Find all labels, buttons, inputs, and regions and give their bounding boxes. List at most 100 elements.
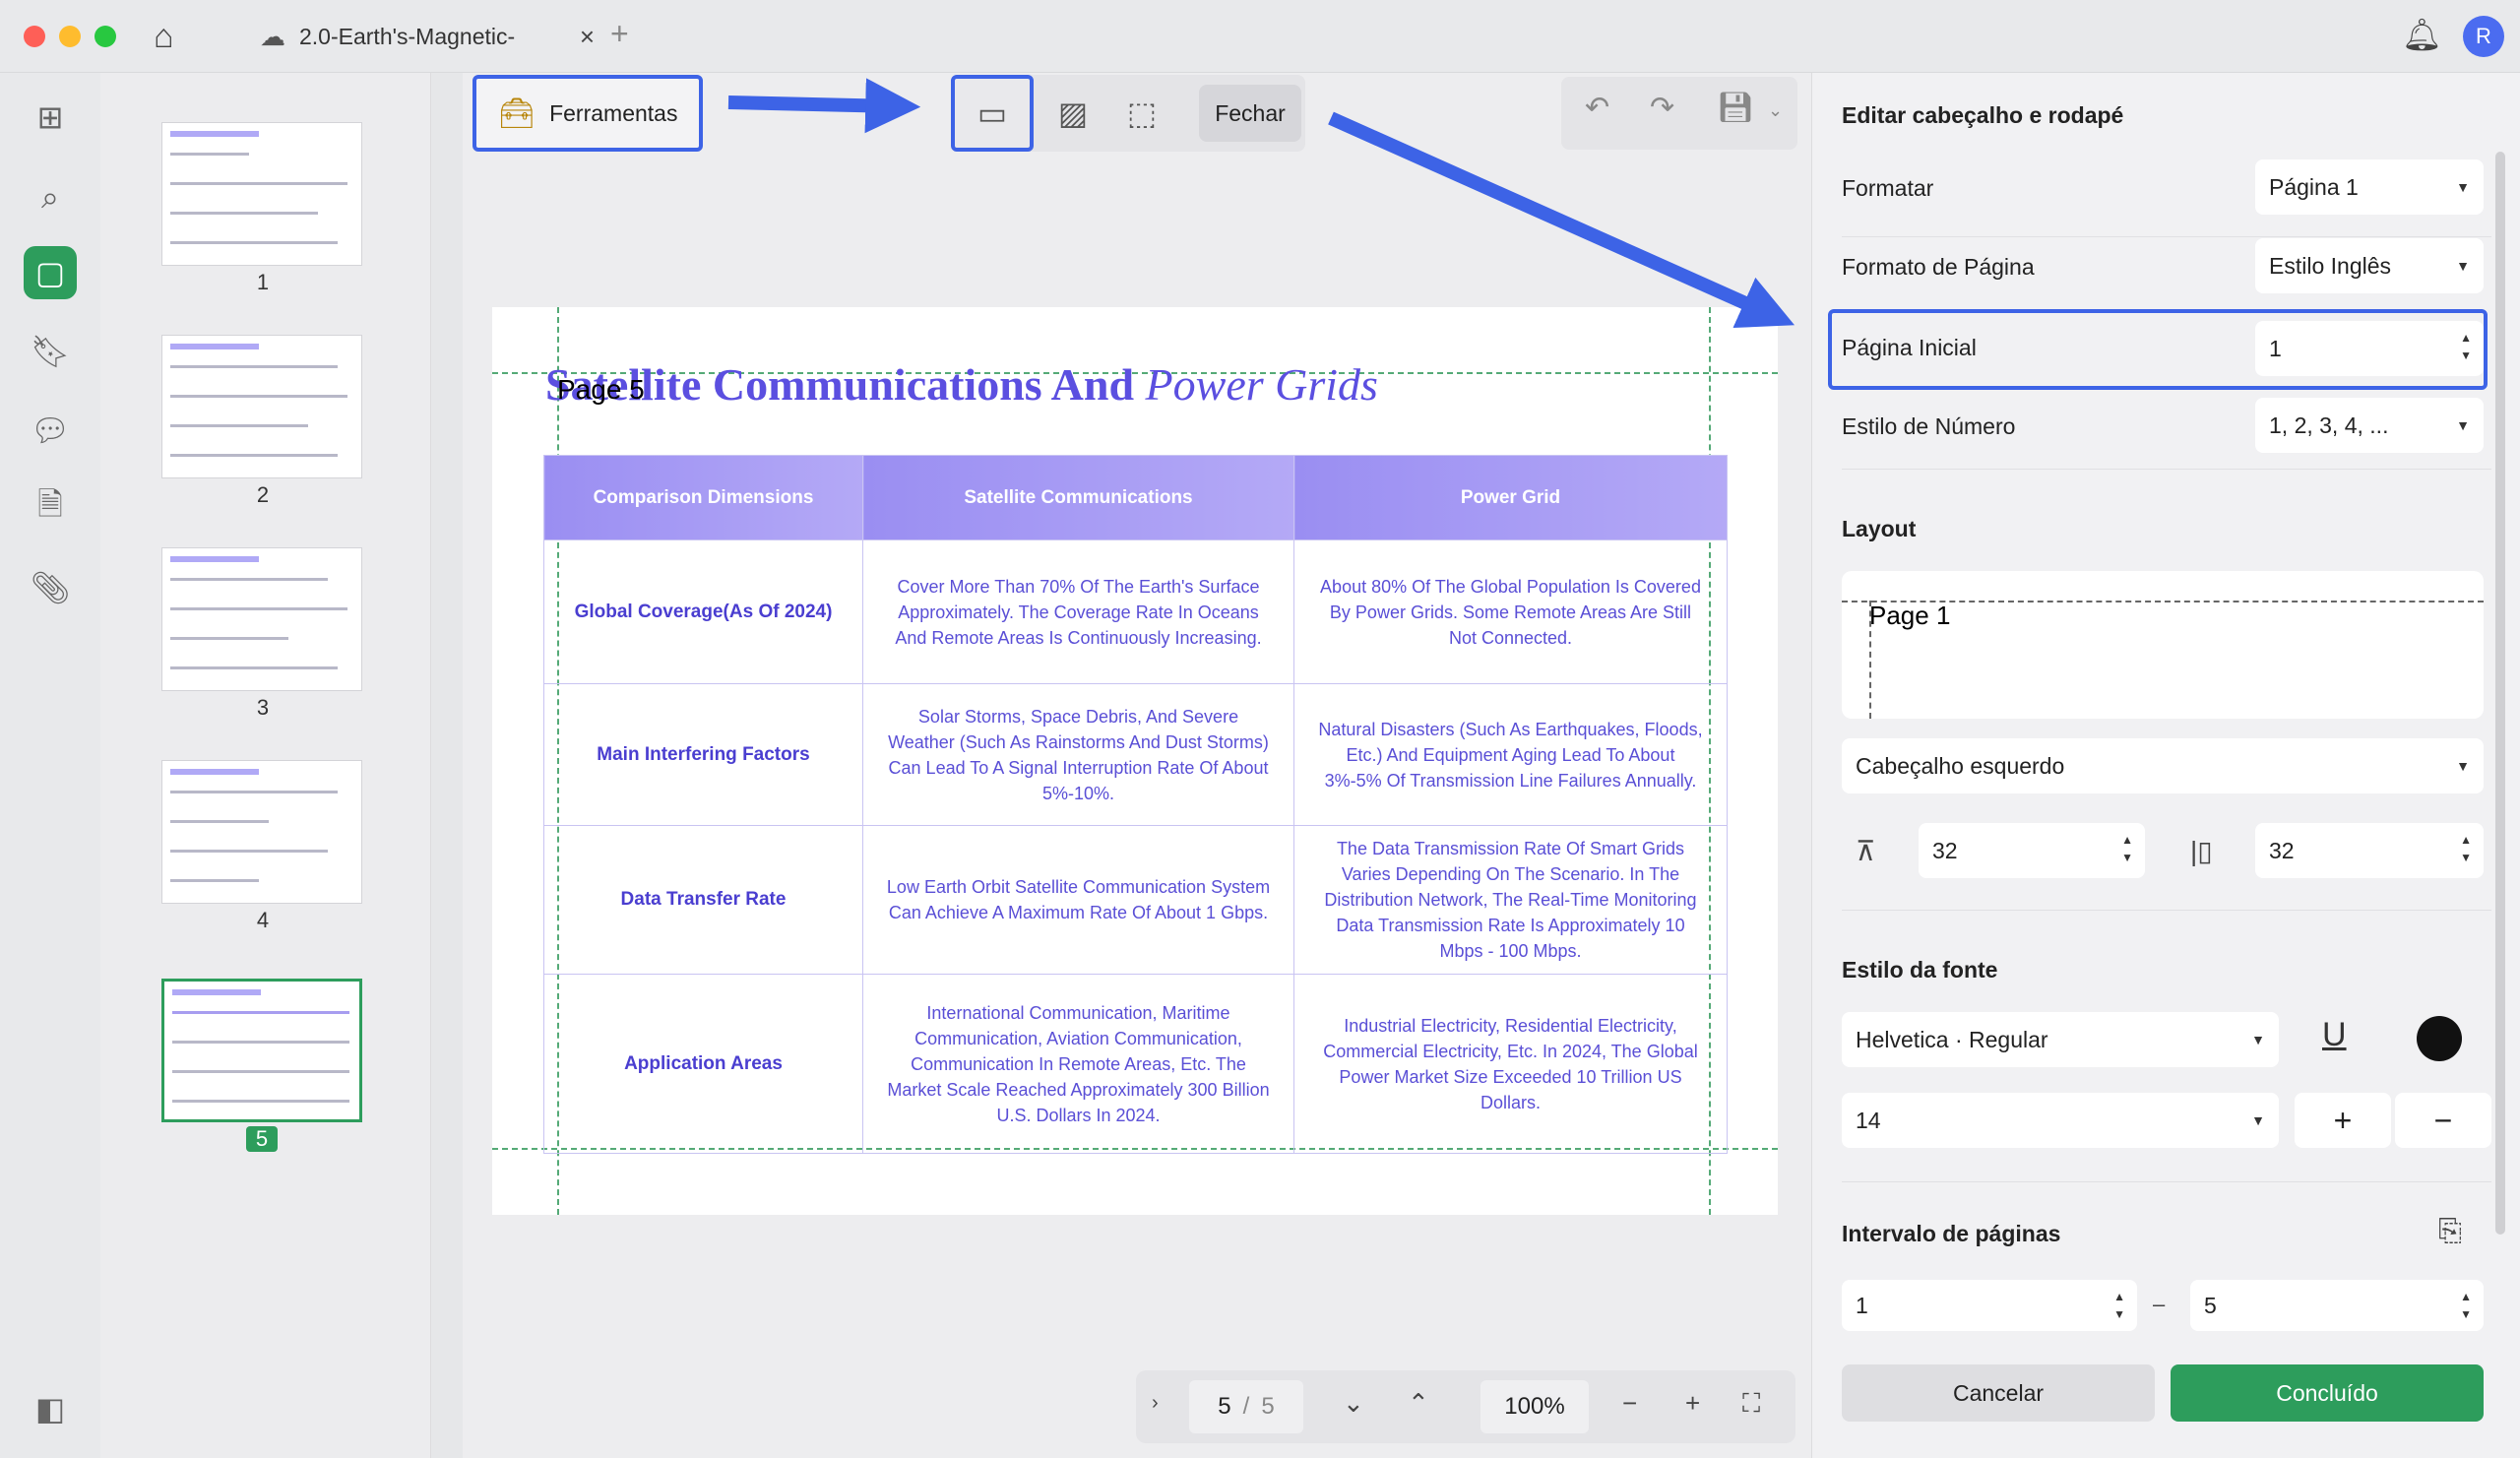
table-cell: Low Earth Orbit Satellite Communication … [862,825,1294,975]
thumbnail-page-5[interactable] [161,979,362,1122]
page-range-settings-icon[interactable]: ⎘ [2438,1215,2462,1248]
table-row: Data Transfer Rate Low Earth Orbit Satel… [543,825,1728,975]
underline-icon[interactable]: U [2322,1016,2347,1054]
range-from-stepper[interactable]: 1 ▲ ▼ [1842,1280,2137,1331]
tools-button[interactable]: 🧰︎ Ferramentas [472,75,703,152]
caret-down-icon: ▼ [2456,758,2470,774]
home-icon[interactable]: ⌂ [154,18,174,56]
save-icon[interactable]: 💾︎ [1717,91,1754,125]
stepper-arrows-icon[interactable]: ▲ ▼ [2460,1288,2472,1323]
comparison-table: Comparison Dimensions Satellite Communic… [543,455,1728,1154]
caret-down-icon: ▼ [2456,417,2470,433]
edit-history-toolbar: ↶ ↷ 💾︎ ⌄ [1561,77,1797,150]
top-margin-stepper[interactable]: 32 ▲ ▼ [1919,823,2145,878]
table-cell: Global Coverage(As Of 2024) [543,539,863,684]
caret-down-icon: ▼ [2251,1032,2265,1047]
comment-icon[interactable]: 💬︎ [24,404,77,457]
page-format-select[interactable]: Estilo Inglês ▼ [2255,238,2484,293]
position-select[interactable]: Cabeçalho esquerdo ▼ [1842,738,2484,793]
header-footer-toolbar: ▭ ▨ ⬚ Fechar [951,75,1305,152]
side-margin-stepper[interactable]: 32 ▲ ▼ [2255,823,2484,878]
page-range-title: Intervalo de páginas [1842,1221,2061,1246]
format-value: Página 1 [2269,173,2359,200]
total-pages: 5 [1261,1393,1275,1420]
zoom-out-icon[interactable]: − [1622,1388,1637,1419]
thumbnail-page-3[interactable] [161,547,362,691]
bell-icon[interactable]: 🔔︎ [2402,16,2442,53]
table-cell: The Data Transmission Rate Of Smart Grid… [1293,825,1728,975]
format-label: Formatar [1842,175,1934,201]
redo-icon[interactable]: ↷ [1650,91,1674,125]
zoom-level[interactable]: 100% [1480,1380,1589,1433]
document-title: Satellite Communications And Power Grids [545,358,1378,411]
thumbnail-panel: 1 2 3 4 5 [100,73,431,1458]
close-tab-icon[interactable]: × [580,22,595,52]
document-icon[interactable]: 🗎 [24,482,77,536]
table-row: Application Areas International Communic… [543,974,1728,1154]
decrease-font-button[interactable]: − [2395,1093,2491,1148]
maximize-window-button[interactable] [94,26,116,47]
close-button[interactable]: Fechar [1199,85,1301,142]
title-bar: ⌂ ☁ 2.0-Earth's-Magnetic- × + 🔔︎ R [0,0,2520,73]
current-page: 5 [1218,1393,1231,1420]
thumbnail-label: 1 [256,270,270,294]
font-color-swatch[interactable] [2417,1016,2462,1061]
range-to-stepper[interactable]: 5 ▲ ▼ [2190,1280,2484,1331]
document-tab[interactable]: ☁ 2.0-Earth's-Magnetic- × [260,12,595,61]
font-size-select[interactable]: 14 ▼ [1842,1093,2279,1148]
layout-preview[interactable]: Page 1 [1842,571,2484,719]
page-input[interactable]: 5 / 5 [1189,1380,1303,1433]
stepper-arrows-icon[interactable]: ▲ ▼ [2460,831,2472,866]
header-footer-icon[interactable]: ▭ [951,75,1034,152]
close-window-button[interactable] [24,26,45,47]
stepper-arrows-icon[interactable]: ▲ ▼ [2113,1288,2125,1323]
bookmark-icon[interactable]: 🔖︎ [24,325,77,378]
table-row: Main Interfering Factors Solar Storms, S… [543,683,1728,826]
watermark-icon[interactable]: ▨ [1043,85,1102,142]
layout-preview-text: Page 1 [1869,601,1951,630]
table-cell: Data Transfer Rate [543,825,863,975]
font-style-title: Estilo da fonte [1842,957,1998,983]
pages-icon[interactable]: ▢ [24,246,77,299]
title-italic-part: Power Grids [1145,359,1378,410]
thumbnail-label: 3 [256,695,270,720]
thumbnail-page-4[interactable] [161,760,362,904]
font-select[interactable]: Helvetica · Regular ▼ [1842,1012,2279,1067]
table-cell: Solar Storms, Space Debris, And Severe W… [862,683,1294,826]
grid-icon[interactable]: ⊞ [24,91,77,144]
search-icon[interactable]: ⌕ [24,171,77,224]
number-style-select[interactable]: 1, 2, 3, 4, ... ▼ [2255,398,2484,453]
previous-page-icon[interactable]: ⌃ [1408,1388,1429,1419]
stepper-arrows-icon[interactable]: ▲ ▼ [2121,831,2133,866]
new-tab-icon[interactable]: + [610,16,629,52]
panel-scrollbar[interactable] [2495,152,2505,1235]
caret-down-icon: ▼ [2251,1112,2265,1128]
table-cell: Cover More Than 70% Of The Earth's Surfa… [862,539,1294,684]
caret-down-icon: ▼ [2456,179,2470,195]
left-rail: ⊞ ⌕ ▢ 🔖︎ 💬︎ 🗎 📎︎ ◧ [0,73,100,1458]
done-button[interactable]: Concluído [2171,1364,2484,1422]
next-page-icon[interactable]: ⌄ [1343,1388,1364,1419]
layout-title: Layout [1842,516,1917,541]
thumbnail-page-2[interactable] [161,335,362,478]
background-icon[interactable]: ⬚ [1112,85,1171,142]
start-page-label: Página Inicial [1842,335,1977,360]
table-header: Satellite Communications [862,455,1294,540]
zoom-in-icon[interactable]: + [1685,1388,1700,1419]
avatar[interactable]: R [2463,16,2504,57]
fit-page-icon[interactable]: ⛶ [1742,1388,1760,1420]
start-page-stepper[interactable]: 1 ▲ ▼ [2255,321,2484,376]
minimize-window-button[interactable] [59,26,81,47]
table-cell: Industrial Electricity, Residential Elec… [1293,974,1728,1154]
chevron-right-icon[interactable]: › [1152,1392,1159,1415]
format-select[interactable]: Página 1 ▼ [2255,159,2484,215]
thumbnail-page-1[interactable] [161,122,362,266]
undo-icon[interactable]: ↶ [1585,91,1609,125]
sidebar-toggle-icon[interactable]: ◧ [24,1382,77,1435]
attachment-icon[interactable]: 📎︎ [24,561,77,614]
chevron-down-icon[interactable]: ⌄ [1768,100,1783,121]
position-value: Cabeçalho esquerdo [1856,752,2065,779]
stepper-arrows-icon[interactable]: ▲ ▼ [2460,329,2472,364]
cancel-button[interactable]: Cancelar [1842,1364,2155,1422]
increase-font-button[interactable]: + [2295,1093,2391,1148]
